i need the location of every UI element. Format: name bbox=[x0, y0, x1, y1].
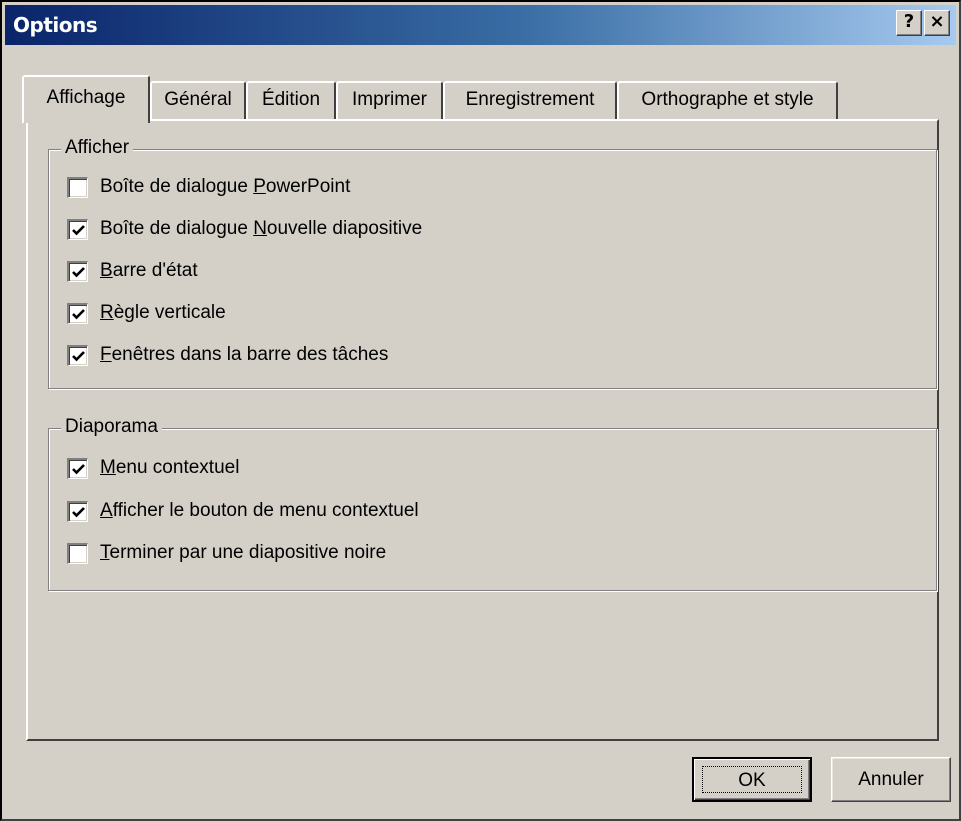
checkbox-label: Boîte de dialogue Nouvelle diapositive bbox=[100, 218, 423, 239]
tab-panel-affichage: Afficher Boîte de dialogue PowerPoint Bo… bbox=[26, 119, 939, 741]
checkbox-label: Menu contextuel bbox=[100, 457, 240, 478]
tab-edition[interactable]: Édition bbox=[246, 81, 336, 119]
tab-orthographe-et-style[interactable]: Orthographe et style bbox=[617, 81, 838, 119]
checkmark-icon bbox=[72, 308, 85, 319]
options-dialog: Options ? × Affichage Général Édition Im… bbox=[0, 0, 961, 821]
tab-imprimer[interactable]: Imprimer bbox=[336, 81, 443, 119]
checkmark-icon bbox=[72, 224, 85, 235]
group-afficher-legend: Afficher bbox=[61, 137, 134, 159]
group-diaporama-legend: Diaporama bbox=[61, 416, 162, 438]
checkbox-box[interactable] bbox=[67, 344, 88, 366]
group-diaporama: Diaporama Menu contextuel Afficher le bo… bbox=[48, 416, 937, 591]
checkbox-box[interactable] bbox=[67, 218, 88, 240]
checkbox-label: Boîte de dialogue PowerPoint bbox=[100, 176, 351, 197]
checkbox-box[interactable] bbox=[67, 542, 88, 564]
tab-strip: Affichage Général Édition Imprimer Enreg… bbox=[22, 75, 922, 123]
cancel-button[interactable]: Annuler bbox=[831, 757, 951, 802]
checkbox-afficher-bouton-menu-contextuel[interactable]: Afficher le bouton de menu contextuel bbox=[67, 498, 419, 524]
checkbox-box[interactable] bbox=[67, 260, 88, 282]
checkbox-boite-dialogue-powerpoint[interactable]: Boîte de dialogue PowerPoint bbox=[67, 174, 350, 200]
checkbox-box[interactable] bbox=[67, 500, 88, 522]
checkbox-label: Barre d'état bbox=[100, 260, 198, 281]
window-title: Options bbox=[13, 13, 98, 37]
checkbox-label: Fenêtres dans la barre des tâches bbox=[100, 344, 389, 365]
checkbox-boite-dialogue-nouvelle-diapositive[interactable]: Boîte de dialogue Nouvelle diapositive bbox=[67, 216, 422, 242]
checkmark-icon bbox=[72, 266, 85, 277]
close-button[interactable]: × bbox=[924, 10, 950, 36]
group-afficher: Afficher Boîte de dialogue PowerPoint Bo… bbox=[48, 137, 937, 389]
checkbox-label: Afficher le bouton de menu contextuel bbox=[100, 500, 419, 521]
checkbox-menu-contextuel[interactable]: Menu contextuel bbox=[67, 455, 239, 481]
help-button[interactable]: ? bbox=[896, 10, 922, 36]
checkbox-fenetres-barre-taches[interactable]: Fenêtres dans la barre des tâches bbox=[67, 342, 388, 368]
ok-button-label: OK bbox=[702, 766, 802, 793]
checkbox-box[interactable] bbox=[67, 176, 88, 198]
checkbox-terminer-diapositive-noire[interactable]: Terminer par une diapositive noire bbox=[67, 540, 386, 566]
checkmark-icon bbox=[72, 463, 85, 474]
title-bar[interactable]: Options ? × bbox=[5, 5, 956, 45]
checkbox-label: Règle verticale bbox=[100, 302, 226, 323]
checkbox-box[interactable] bbox=[67, 302, 88, 324]
checkbox-box[interactable] bbox=[67, 457, 88, 479]
checkmark-icon bbox=[72, 350, 85, 361]
checkbox-regle-verticale[interactable]: Règle verticale bbox=[67, 300, 226, 326]
ok-button[interactable]: OK bbox=[692, 757, 812, 802]
tab-general[interactable]: Général bbox=[150, 81, 246, 119]
checkbox-barre-etat[interactable]: Barre d'état bbox=[67, 258, 198, 284]
checkbox-label: Terminer par une diapositive noire bbox=[100, 542, 387, 563]
checkmark-icon bbox=[72, 506, 85, 517]
tab-affichage[interactable]: Affichage bbox=[22, 75, 150, 123]
tab-enregistrement[interactable]: Enregistrement bbox=[443, 81, 617, 119]
